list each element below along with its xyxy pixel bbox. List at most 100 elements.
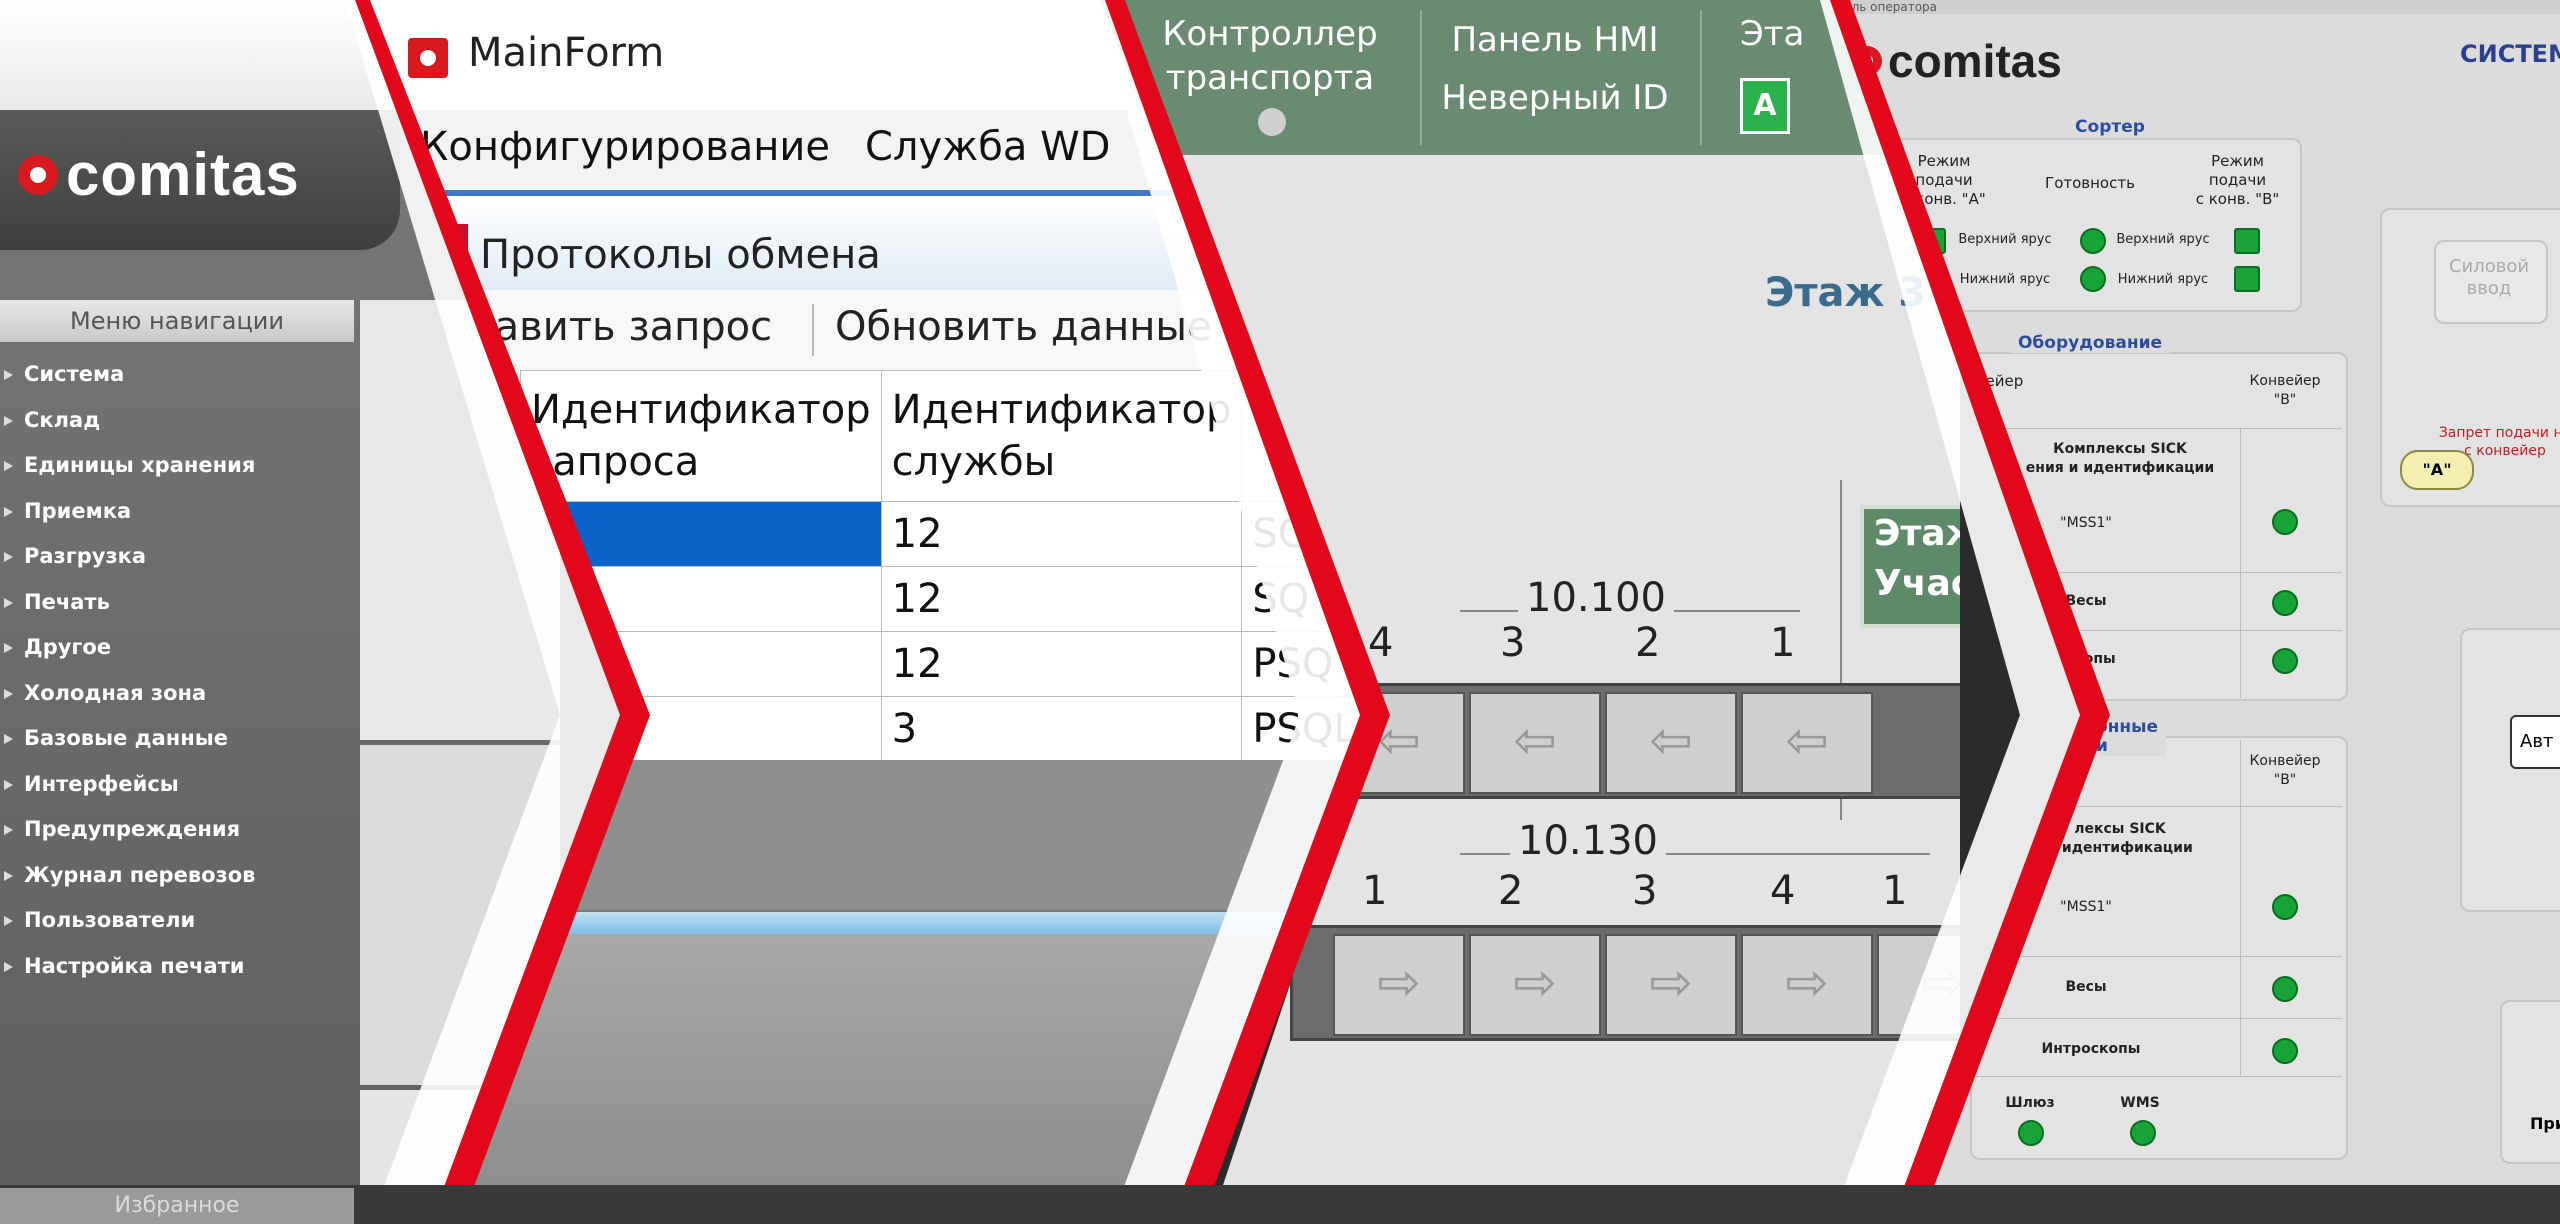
table-row[interactable]: 12 SQ: [520, 566, 1360, 632]
introscopes-status-indicator: [2272, 648, 2298, 674]
system-title: СИСТЕМ: [2460, 40, 2560, 68]
cell-number: 2: [1498, 868, 1524, 914]
conveyor-10-130[interactable]: ⇨ ⇨ ⇨ ⇨ ⇨: [1290, 925, 1960, 1041]
header-divider: [1700, 10, 1702, 145]
mode-b-lower-indicator[interactable]: [2234, 266, 2260, 292]
nav-item-transport-log[interactable]: Журнал перевозов: [0, 853, 255, 899]
arrow-left-icon: ⇦: [1513, 711, 1557, 771]
column-divider: [2240, 428, 2241, 698]
conveyor-cell[interactable]: ⇦: [1741, 692, 1873, 794]
sick-complex-label: лексы SICK и идентификации: [2000, 820, 2240, 858]
section-2-title-line: онные: [2096, 717, 2159, 737]
arrow-right-icon: ⇨: [1377, 953, 1421, 1013]
cell-type[interactable]: PSQL: [1241, 696, 1360, 762]
nav-item-print-settings[interactable]: Настройка печати: [0, 944, 255, 990]
cell-service-id[interactable]: 12: [880, 631, 1243, 697]
upper-tier-label: Верхний ярус: [1958, 232, 2052, 247]
refresh-data-button[interactable]: Обновить данные: [835, 304, 1212, 350]
nav-menu-header: Меню навигации: [0, 300, 354, 342]
arrow-right-icon: ⇨: [1513, 953, 1557, 1013]
feed-ban-line: Запрет подачи на: [2438, 425, 2560, 441]
row-divider: [1972, 572, 2342, 573]
nav-item-cold-zone[interactable]: Холодная зона: [0, 671, 255, 717]
scales-label: Весы: [2065, 593, 2107, 609]
wms-label: WMS: [2120, 1095, 2160, 1111]
toolbar-separator: [812, 304, 814, 356]
column-header-service-id[interactable]: Идентификатор службы: [880, 370, 1243, 502]
conveyor-cell[interactable]: ⇦: [1605, 692, 1737, 794]
table-row[interactable]: 3 PSQL: [520, 696, 1360, 762]
arrow-right-icon: ⇨: [1785, 953, 1829, 1013]
conveyor-cell[interactable]: ⇨: [1877, 934, 1960, 1036]
sick-line: и идентификации: [2047, 840, 2193, 856]
conveyor-a-button[interactable]: "A": [2400, 450, 2474, 490]
extra-box: [2500, 1000, 2560, 1164]
conveyor-cell[interactable]: ⇨: [1741, 934, 1873, 1036]
mode-b-upper-indicator[interactable]: [2234, 228, 2260, 254]
protocol-table: Идентификатор запроса Идентификатор служ…: [520, 370, 1360, 762]
floor-box-line-2: Участок: [1874, 563, 1960, 604]
upper-tier-label: Верхний ярус: [2116, 232, 2210, 247]
add-request-button[interactable]: бавить запрос: [470, 304, 772, 350]
conveyor-10-100[interactable]: ⇦ ⇦ ⇦ ⇦: [1330, 683, 1960, 799]
nav-item-system[interactable]: Система: [0, 352, 255, 398]
cell-service-id[interactable]: 12: [880, 566, 1243, 632]
row-divider: [1972, 956, 2342, 957]
row-divider: [1972, 1018, 2342, 1019]
menu-wd-service[interactable]: Служба WD: [865, 124, 1110, 170]
auto-mode-button[interactable]: Авт: [2510, 715, 2560, 769]
conveyor-cell[interactable]: ⇨: [1333, 934, 1465, 1036]
cell-request-id[interactable]: [520, 501, 882, 567]
conveyor-cell[interactable]: ⇨: [1605, 934, 1737, 1036]
scales-label: Весы: [2065, 979, 2107, 995]
nav-item-unloading[interactable]: Разгрузка: [0, 534, 255, 580]
menu-configuration[interactable]: Конфигурирование: [420, 124, 830, 170]
logo-text: comitas: [1888, 35, 2062, 87]
cell-service-id[interactable]: 3: [880, 696, 1243, 762]
section-2-title-line: и: [2096, 736, 2108, 756]
logo-text: comitas: [66, 141, 300, 208]
nav-item-receiving[interactable]: Приемка: [0, 489, 255, 535]
comitas-logo: comitas: [1852, 34, 2062, 88]
sorter-title: Сортер: [2050, 118, 2170, 137]
arrow-right-icon: ⇨: [1921, 953, 1960, 1013]
app-icon: [408, 38, 448, 78]
nav-item-users[interactable]: Пользователи: [0, 898, 255, 944]
hmi-panel-label: Панель HMI Неверный ID: [1430, 18, 1680, 120]
table-row[interactable]: 12 PSQ: [520, 631, 1360, 697]
gate-label: Шлюз: [2005, 1095, 2055, 1111]
conveyor-b-line: "B": [2273, 772, 2297, 788]
cell-service-id[interactable]: 12: [880, 501, 1243, 567]
floor-a-badge[interactable]: A: [1740, 78, 1790, 134]
nav-item-storage-units[interactable]: Единицы хранения: [0, 443, 255, 489]
cell-request-id[interactable]: [520, 566, 882, 632]
conveyor-cell[interactable]: ⇦: [1469, 692, 1601, 794]
mode-b-line: с конв. "B": [2195, 190, 2280, 208]
introscopes-status-indicator: [2272, 1038, 2298, 1064]
nav-menu: Система Склад Единицы хранения Приемка Р…: [0, 352, 255, 989]
cell-request-id[interactable]: [520, 696, 882, 762]
header-divider: [1420, 10, 1422, 145]
column-header-request-id[interactable]: Идентификатор запроса: [520, 370, 882, 502]
nav-item-printing[interactable]: Печать: [0, 580, 255, 626]
table-row[interactable]: 12 SC: [520, 501, 1360, 567]
section-2-title: онные и: [2096, 718, 2166, 756]
lower-tier-label: Нижний ярус: [2117, 272, 2209, 287]
nav-item-interfaces[interactable]: Интерфейсы: [0, 762, 255, 808]
nav-item-other[interactable]: Другое: [0, 625, 255, 671]
nav-item-base-data[interactable]: Базовые данные: [0, 716, 255, 762]
cell-request-id[interactable]: [520, 631, 882, 697]
sick-complex-label: Комплексы SICK ения и идентификации: [1990, 440, 2250, 478]
conveyor-cell[interactable]: ⇨: [1469, 934, 1601, 1036]
row-divider: [1972, 1076, 2342, 1077]
conveyor-a-label: вейер: [1976, 372, 2024, 390]
window-title: MainForm: [468, 30, 665, 76]
cell-number: 1: [1882, 868, 1908, 914]
favorites-tab-overlay[interactable]: Избранное: [0, 1188, 354, 1224]
nav-item-warnings[interactable]: Предупреждения: [0, 807, 255, 853]
cell-number: 3: [1632, 868, 1658, 914]
nav-item-warehouse[interactable]: Склад: [0, 398, 255, 444]
floor-section-button[interactable]: Этаж Участок: [1860, 505, 1960, 628]
mode-a-line: подачи: [1915, 171, 1973, 189]
controller-line-1: Контроллер: [1162, 14, 1378, 54]
